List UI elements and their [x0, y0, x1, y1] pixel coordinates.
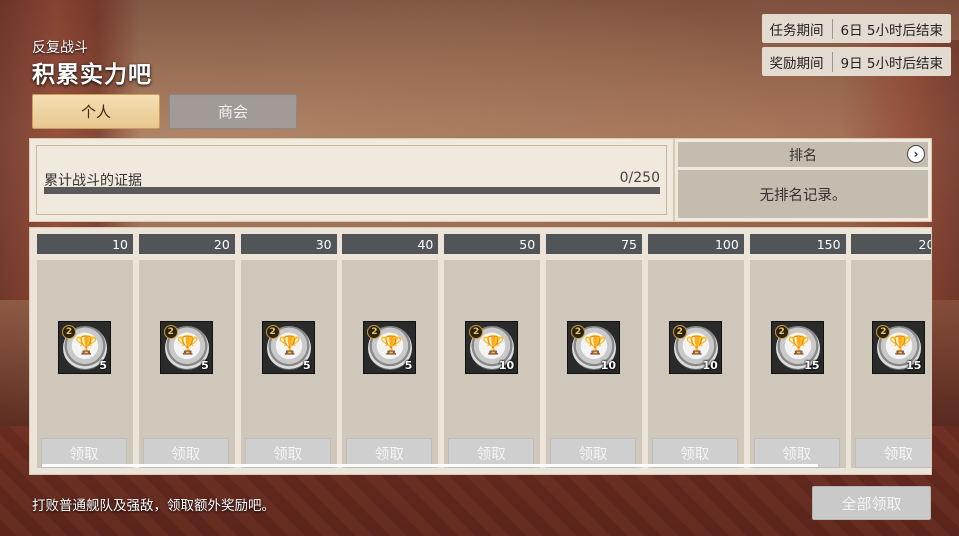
- ranking-header-button[interactable]: 排名 ›: [678, 142, 928, 167]
- item-quantity: 10: [600, 359, 616, 372]
- reward-period-label: 奖励期间: [762, 51, 833, 72]
- item-quantity: 15: [804, 359, 820, 372]
- reward-threshold: 10: [37, 234, 133, 254]
- item-tier-badge: 2: [62, 325, 76, 339]
- reward-slot: 🏆 2 10 领取: [546, 260, 642, 468]
- claim-button[interactable]: 领取: [855, 438, 931, 468]
- reward-item[interactable]: 🏆 2 15: [872, 321, 926, 374]
- progress-panel: 累计战斗的证据 0/250: [29, 138, 674, 222]
- reward-item[interactable]: 🏆 2 5: [363, 321, 417, 374]
- reward-slot: 🏆 2 10 领取: [647, 260, 744, 468]
- reward-slot: 🏆 2 10 领取: [444, 260, 541, 468]
- trophy-icon: 🏆: [75, 335, 98, 356]
- item-quantity: 15: [906, 359, 922, 372]
- item-tier-badge: 2: [163, 325, 178, 339]
- reward-column: 50 🏆 2 10 领取: [444, 234, 541, 468]
- tab-guild[interactable]: 商会: [169, 94, 297, 129]
- reward-item[interactable]: 🏆 2 15: [770, 321, 824, 374]
- tab-personal[interactable]: 个人: [32, 94, 160, 129]
- reward-slot: 🏆 2 15 领取: [749, 260, 846, 468]
- ranking-title: 排名: [789, 147, 817, 164]
- trophy-icon: 🏆: [176, 335, 200, 356]
- reward-item[interactable]: 🏆 2 5: [159, 321, 213, 374]
- item-quantity: 5: [404, 359, 413, 372]
- item-tier-badge: 2: [672, 325, 687, 339]
- mission-period-label: 任务期间: [762, 18, 833, 39]
- trophy-icon: 🏆: [584, 335, 607, 356]
- chevron-right-icon[interactable]: ›: [907, 145, 925, 163]
- reward-slot: 🏆 2 5 领取: [240, 260, 337, 468]
- trophy-icon: 🏆: [482, 335, 505, 356]
- reward-period: 奖励期间 9日 5小时后结束: [761, 47, 951, 76]
- reward-threshold: 50: [444, 234, 541, 254]
- event-title: 积累实力吧: [32, 62, 152, 88]
- reward-column: 30 🏆 2 5 领取: [240, 234, 337, 468]
- item-quantity: 5: [302, 359, 311, 372]
- mission-period: 任务期间 6日 5小时后结束: [761, 14, 951, 43]
- trophy-icon: 🏆: [889, 335, 912, 356]
- trophy-icon: 🏆: [380, 335, 403, 356]
- reward-item[interactable]: 🏆 2 10: [465, 321, 519, 374]
- item-quantity: 10: [498, 359, 515, 372]
- item-quantity: 5: [99, 359, 107, 372]
- reward-threshold: 20: [138, 234, 235, 254]
- reward-item[interactable]: 🏆 2 10: [567, 321, 620, 374]
- event-subtitle: 反复战斗: [32, 40, 88, 56]
- reward-item[interactable]: 🏆 2 5: [261, 321, 315, 374]
- reward-slot: 🏆 2 5 领取: [138, 260, 235, 468]
- item-tier-badge: 2: [774, 325, 789, 339]
- reward-period-value: 9日 5小时后结束: [840, 55, 943, 72]
- reward-column: 10 🏆 2 5 领取: [37, 234, 133, 468]
- item-quantity: 5: [201, 359, 209, 372]
- ranking-empty-message: 无排名记录。: [678, 170, 928, 218]
- mission-period-value: 6日 5小时后结束: [840, 22, 943, 39]
- trophy-icon: 🏆: [787, 335, 811, 356]
- reward-threshold: 75: [546, 234, 642, 254]
- reward-column: 150 🏆 2 15 领取: [749, 234, 846, 468]
- rewards-track: 200🏆215领取150🏆215领取100🏆210领取75🏆210领取50🏆21…: [29, 227, 932, 475]
- trophy-icon: 🏆: [278, 335, 302, 356]
- trophy-icon: 🏆: [685, 335, 709, 356]
- reward-item[interactable]: 🏆 2 10: [668, 321, 722, 374]
- reward-column: 100 🏆 2 10 领取: [647, 234, 744, 468]
- item-quantity: 10: [702, 359, 718, 372]
- progress-bar: [44, 187, 660, 194]
- reward-column: 20 🏆 2 5 领取: [138, 234, 235, 468]
- item-tier-badge: 2: [265, 325, 280, 339]
- reward-item[interactable]: 🏆 2 5: [58, 321, 111, 374]
- rewards-scrollbar[interactable]: [42, 464, 818, 467]
- reward-column: 75 🏆 2 10 领取: [546, 234, 642, 468]
- item-tier-badge: 2: [571, 325, 585, 339]
- footer-hint: 打败普通舰队及强敌，领取额外奖励吧。: [32, 498, 275, 514]
- reward-slot: 🏆 2 15 领取: [851, 260, 931, 468]
- progress-value: 0/250: [619, 170, 660, 186]
- reward-threshold: 150: [749, 234, 846, 254]
- reward-slot: 🏆 2 5 领取: [342, 260, 439, 468]
- reward-threshold: 30: [240, 234, 337, 254]
- reward-column: 200 🏆215 领取: [851, 234, 931, 468]
- reward-column: 40 🏆 2 5 领取: [342, 234, 439, 468]
- reward-slot: 🏆 2 5 领取: [37, 260, 133, 468]
- claim-all-button[interactable]: 全部领取: [812, 486, 931, 520]
- reward-threshold: 100: [647, 234, 744, 254]
- ranking-panel: 排名 › 无排名记录。: [674, 138, 932, 222]
- reward-threshold: 40: [342, 234, 439, 254]
- reward-threshold: 200: [851, 234, 931, 254]
